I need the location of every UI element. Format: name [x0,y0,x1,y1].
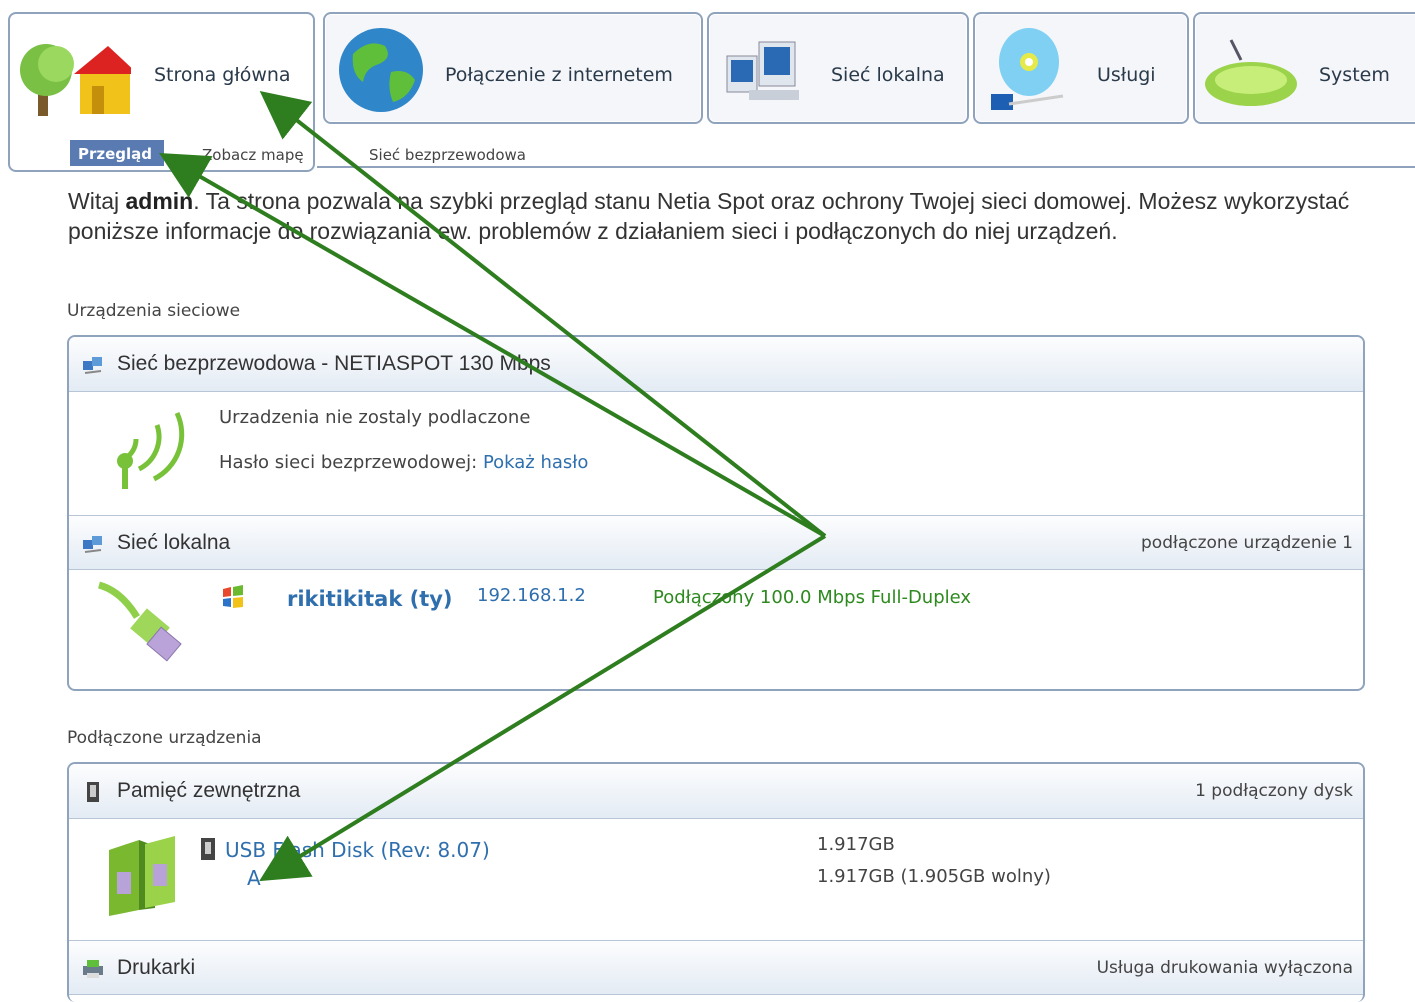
show-password-link[interactable]: Pokaż hasło [483,452,588,473]
lan-device-count: podłączone urządzenie 1 [1141,533,1353,553]
storage-header: Pamięć zewnętrzna 1 podłączony dysk [69,764,1363,819]
server-drives-icon [109,836,175,916]
tab-system-label: System [1319,64,1390,86]
wireless-password-label: Hasło sieci bezprzewodowej: [219,452,478,473]
usb-disk-free: 1.917GB (1.905GB wolny) [817,866,1051,887]
globe-icon [339,28,423,112]
wireless-status: Urzadzenia nie zostaly podlaczone [219,407,531,428]
tab-home-label: Strona główna [154,64,291,86]
storage-icon [87,782,99,802]
printers-status: Usługa drukowania wyłączona [1096,958,1353,978]
usb-partition-link[interactable]: A [247,866,261,890]
intro-text: Witaj admin. Ta strona pozwala na szybki… [68,186,1358,246]
printers-title: Drukarki [117,956,196,979]
lan-title: Sieć lokalna [117,531,231,554]
cd-disc-icon [991,28,1064,110]
tab-services[interactable]: Usługi [973,12,1189,124]
lan-device-name[interactable]: rikitikitak (ty) [287,587,453,611]
windows-logo-icon [223,585,243,608]
disk-icon [201,838,215,860]
network-section-title: Urządzenia sieciowe [67,301,241,321]
subnav: Przegląd Zobacz mapę Sieć bezprzewodowa [0,140,700,168]
network-panel: Sieć bezprzewodowa - NETIASPOT 130 Mbps … [67,335,1365,691]
computers-icon [726,41,799,100]
intro-user: admin [125,188,194,214]
printers-header: Drukarki Usługa drukowania wyłączona [69,940,1363,995]
tab-lan-label: Sieć lokalna [831,64,945,86]
network-icon [83,357,102,374]
printer-icon [83,960,103,978]
subnav-wireless[interactable]: Sieć bezprzewodowa [369,146,526,164]
tab-internet-label: Połączenie z internetem [445,64,673,86]
devices-panel: Pamięć zewnętrzna 1 podłączony dysk USB … [67,762,1365,1002]
lan-device-status: Podłączony 100.0 Mbps Full-Duplex [653,587,972,608]
wireless-title: Sieć bezprzewodowa - NETIASPOT 130 Mbps [117,352,551,375]
tab-lan[interactable]: Sieć lokalna [707,12,969,124]
subnav-overview[interactable]: Przegląd [70,140,164,166]
wireless-signal-icon [117,411,185,489]
storage-title: Pamięć zewnętrzna [117,779,301,802]
ethernet-cable-icon [97,581,182,662]
tab-services-label: Usługi [1097,64,1156,86]
intro-greeting: Witaj [68,188,126,214]
system-tray-icon [1205,39,1297,106]
lan-device-ip[interactable]: 192.168.1.2 [477,585,586,606]
usb-disk-name[interactable]: USB Flash Disk (Rev: 8.07) [225,838,490,862]
home-tree-icon [20,44,131,116]
tab-system[interactable]: System [1193,12,1415,124]
storage-count: 1 podłączony dysk [1195,781,1353,801]
wireless-header: Sieć bezprzewodowa - NETIASPOT 130 Mbps [69,337,1363,392]
tab-internet[interactable]: Połączenie z internetem [323,12,703,124]
wireless-password-row: Hasło sieci bezprzewodowej: Pokaż hasło [219,452,588,473]
subnav-map[interactable]: Zobacz mapę [202,146,304,164]
usb-disk-size: 1.917GB [817,834,895,855]
intro-description: . Ta strona pozwala na szybki przegląd s… [68,188,1350,244]
network-icon [83,536,102,553]
devices-section-title: Podłączone urządzenia [67,728,262,748]
lan-header: Sieć lokalna podłączone urządzenie 1 [69,515,1363,570]
